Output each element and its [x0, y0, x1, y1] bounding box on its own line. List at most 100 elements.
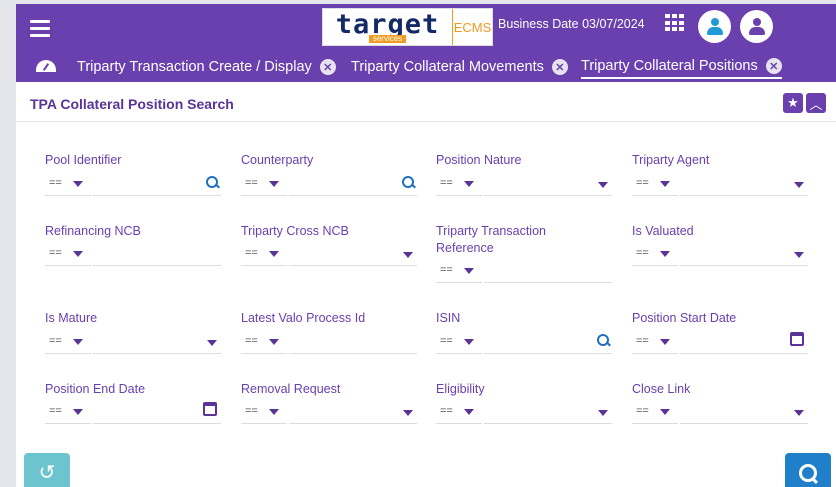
operator-select-refinancing-ncb[interactable]: == — [45, 244, 91, 266]
caret-down-icon — [464, 339, 474, 345]
caret-down-icon — [794, 410, 804, 416]
operator-value: == — [245, 247, 258, 259]
account-icon[interactable] — [740, 10, 773, 43]
input-position-start-date[interactable] — [680, 332, 808, 354]
calendar-icon[interactable] — [203, 402, 217, 416]
label-triparty-transaction-reference: Triparty Transaction Reference — [436, 224, 546, 255]
label-eligibility: Eligibility — [436, 382, 485, 396]
operator-select-close-link[interactable]: == — [632, 402, 678, 424]
input-counterparty[interactable] — [289, 174, 417, 196]
search-icon[interactable] — [402, 176, 414, 188]
input-isin[interactable] — [484, 332, 612, 354]
operator-select-removal-request[interactable]: == — [241, 402, 287, 424]
input-eligibility[interactable] — [484, 402, 612, 424]
tab-label: Triparty Collateral Positions — [581, 58, 758, 74]
tab-triparty-collateral-movements[interactable]: Triparty Collateral Movements ✕ — [351, 55, 568, 79]
target-logo: target services — [323, 9, 452, 45]
menu-icon[interactable] — [30, 20, 50, 38]
caret-down-icon — [660, 181, 670, 187]
operator-value: == — [440, 335, 453, 347]
operator-value: == — [49, 405, 62, 417]
operator-select-triparty-cross-ncb[interactable]: == — [241, 244, 287, 266]
app-window: target services ECMS Business Date 03/07… — [16, 4, 836, 487]
caret-down-icon — [269, 251, 279, 257]
dashboard-icon[interactable] — [36, 60, 56, 72]
tab-triparty-transaction[interactable]: Triparty Transaction Create / Display ✕ — [77, 55, 336, 79]
operator-value: == — [636, 177, 649, 189]
label-counterparty: Counterparty — [241, 153, 314, 167]
user-avatar-icon[interactable] — [698, 10, 731, 43]
operator-select-eligibility[interactable]: == — [436, 402, 482, 424]
ecms-label: ECMS — [452, 9, 492, 45]
operator-select-counterparty[interactable]: == — [241, 174, 287, 196]
tab-label: Triparty Transaction Create / Display — [77, 59, 312, 75]
operator-value: == — [49, 335, 62, 347]
input-is-valuated[interactable] — [680, 244, 808, 266]
label-position-end-date: Position End Date — [45, 382, 146, 396]
panel-title: TPA Collateral Position Search — [30, 96, 234, 112]
operator-value: == — [440, 405, 453, 417]
input-pool-identifier[interactable] — [93, 174, 221, 196]
collapse-chevron-icon[interactable]: ︿ — [806, 93, 826, 113]
caret-down-icon — [464, 409, 474, 415]
operator-select-triparty-transaction-reference[interactable]: == — [436, 261, 482, 283]
caret-down-icon — [794, 182, 804, 188]
input-removal-request[interactable] — [289, 402, 417, 424]
input-triparty-cross-ncb[interactable] — [289, 244, 417, 266]
label-pool-identifier: Pool Identifier — [45, 153, 122, 167]
operator-select-is-valuated[interactable]: == — [632, 244, 678, 266]
top-bar: target services ECMS Business Date 03/07… — [16, 4, 836, 82]
operator-select-pool-identifier[interactable]: == — [45, 174, 91, 196]
input-triparty-transaction-reference[interactable] — [484, 261, 612, 283]
input-refinancing-ncb[interactable] — [93, 244, 221, 266]
label-triparty-cross-ncb: Triparty Cross NCB — [241, 224, 349, 238]
caret-down-icon — [598, 410, 608, 416]
operator-select-is-mature[interactable]: == — [45, 332, 91, 354]
close-icon[interactable]: ✕ — [551, 59, 568, 75]
operator-select-position-nature[interactable]: == — [436, 174, 482, 196]
operator-select-triparty-agent[interactable]: == — [632, 174, 678, 196]
caret-down-icon — [660, 339, 670, 345]
input-triparty-agent[interactable] — [680, 174, 808, 196]
operator-select-position-start-date[interactable]: == — [632, 332, 678, 354]
label-triparty-agent: Triparty Agent — [632, 153, 710, 167]
search-icon — [799, 464, 817, 482]
label-close-link: Close Link — [632, 382, 691, 396]
brand-subtitle: services — [368, 35, 407, 43]
label-position-nature: Position Nature — [436, 153, 522, 167]
caret-down-icon — [403, 252, 413, 258]
input-latest-valo-process-id[interactable] — [289, 332, 417, 354]
caret-down-icon — [660, 251, 670, 257]
close-icon[interactable]: ✕ — [319, 59, 336, 75]
input-position-nature[interactable] — [484, 174, 612, 196]
reset-button[interactable]: ↺ — [24, 453, 70, 487]
label-refinancing-ncb: Refinancing NCB — [45, 224, 141, 238]
apps-grid-icon[interactable] — [665, 14, 685, 32]
close-icon[interactable]: ✕ — [765, 58, 782, 74]
label-isin: ISIN — [436, 311, 461, 325]
operator-select-latest-valo-process-id[interactable]: == — [241, 332, 287, 354]
input-is-mature[interactable] — [93, 332, 221, 354]
operator-value: == — [245, 177, 258, 189]
brand-logo: target services ECMS — [322, 8, 493, 46]
label-is-mature: Is Mature — [45, 311, 98, 325]
calendar-icon[interactable] — [790, 332, 804, 346]
caret-down-icon — [403, 410, 413, 416]
search-icon[interactable] — [206, 176, 218, 188]
operator-select-isin[interactable]: == — [436, 332, 482, 354]
input-close-link[interactable] — [680, 402, 808, 424]
tab-label: Triparty Collateral Movements — [351, 59, 544, 75]
caret-down-icon — [207, 340, 217, 346]
search-button[interactable] — [785, 453, 831, 487]
caret-down-icon — [464, 181, 474, 187]
operator-value: == — [636, 247, 649, 259]
caret-down-icon — [73, 251, 83, 257]
favorite-star-icon[interactable]: ★ — [783, 93, 803, 113]
operator-select-position-end-date[interactable]: == — [45, 402, 91, 424]
tab-triparty-collateral-positions[interactable]: Triparty Collateral Positions ✕ — [581, 55, 782, 79]
search-icon[interactable] — [597, 334, 609, 346]
input-position-end-date[interactable] — [93, 402, 221, 424]
business-date: Business Date 03/07/2024 — [498, 17, 645, 31]
caret-down-icon — [660, 409, 670, 415]
label-latest-valo-process-id: Latest Valo Process Id — [241, 311, 366, 325]
